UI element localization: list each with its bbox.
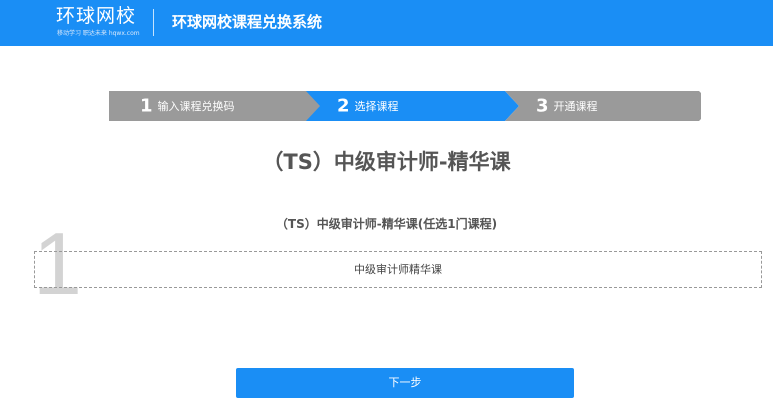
logo-wordmark: 环球网校 xyxy=(56,5,137,27)
course-group-heading: （TS）中级审计师-精华课(任选1门课程) xyxy=(275,217,498,231)
course-option-label: 中级审计师精华课 xyxy=(354,263,442,276)
next-step-button[interactable]: 下一步 xyxy=(236,368,574,398)
course-option[interactable]: 中级审计师精华课 xyxy=(34,251,762,288)
step-3-number: 3 xyxy=(536,95,549,117)
step-1-label: 输入课程兑换码 xyxy=(157,99,235,113)
site-logo[interactable]: 环球网校 移动学习 职达未来 hqwx.com xyxy=(56,4,146,42)
step-2-label: 选择课程 xyxy=(354,99,399,113)
step-1-input-code: 1 输入课程兑换码 xyxy=(109,91,322,121)
step-3-arrow-shape xyxy=(505,91,701,121)
step-2-select-course: 2 选择课程 xyxy=(306,91,519,121)
step-3-activate-course: 3 开通课程 xyxy=(505,91,701,121)
step-2-number: 2 xyxy=(337,95,350,117)
header-divider xyxy=(153,9,154,36)
top-header-bar: 环球网校 移动学习 职达未来 hqwx.com 环球网校课程兑换系统 xyxy=(0,0,773,46)
page-title: 环球网校课程兑换系统 xyxy=(172,13,323,31)
logo-slogan: 移动学习 职达未来 hqwx.com xyxy=(57,30,140,37)
course-title: （TS）中级审计师-精华课 xyxy=(262,150,511,174)
step-1-number: 1 xyxy=(140,95,153,117)
step-progress: 1 输入课程兑换码 2 选择课程 3 开通课程 xyxy=(109,91,701,121)
step-3-label: 开通课程 xyxy=(553,99,598,113)
